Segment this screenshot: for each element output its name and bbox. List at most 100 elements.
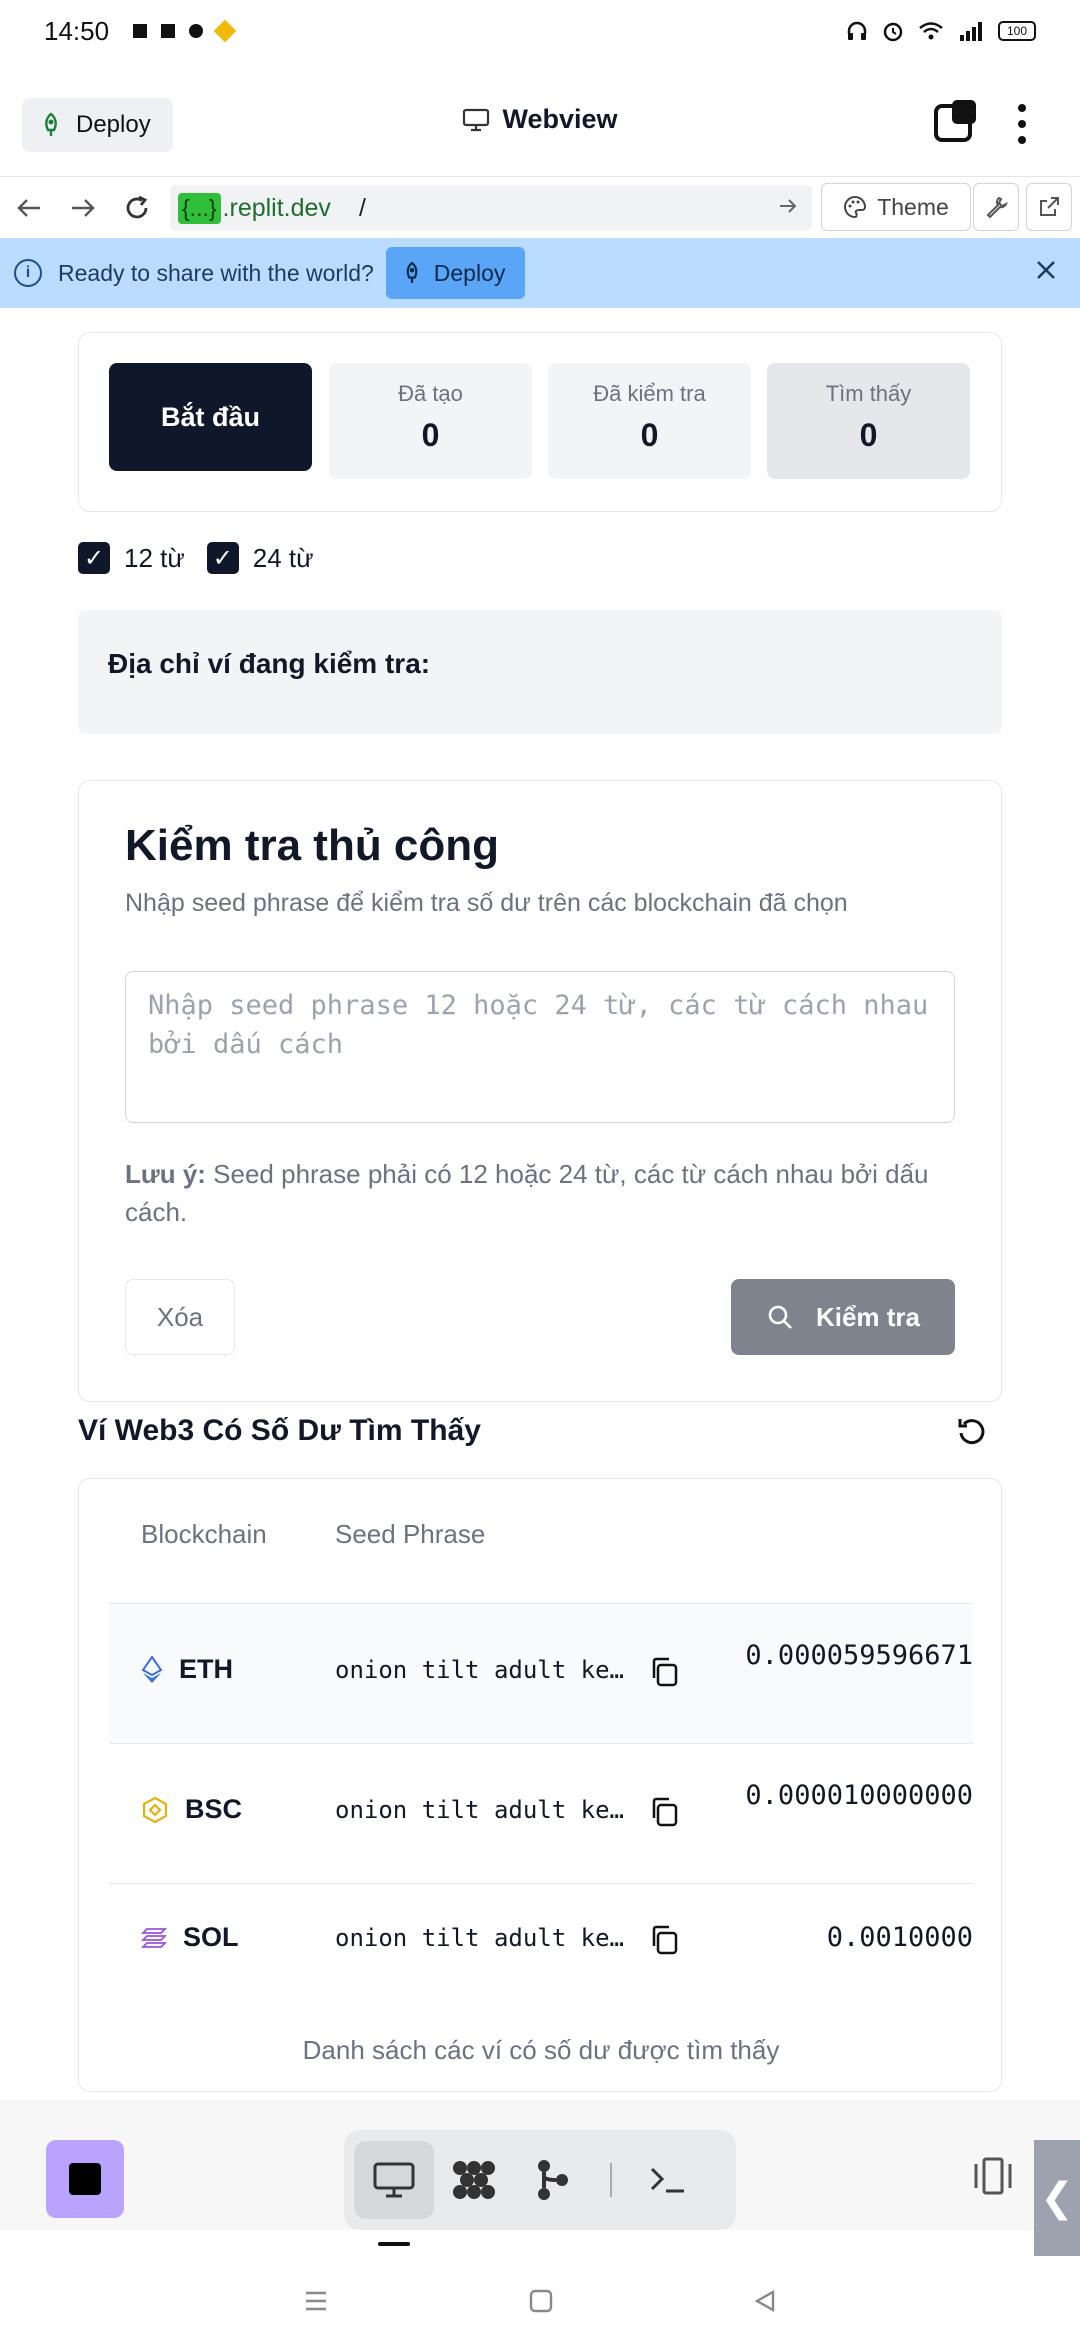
- git-tab-icon[interactable]: [514, 2141, 594, 2219]
- go-arrow-icon[interactable]: [778, 195, 798, 221]
- more-menu-icon[interactable]: [1010, 100, 1034, 148]
- seed-note-bold: Lưu ý:: [125, 1159, 206, 1189]
- checkbox-12-words[interactable]: ✓: [78, 542, 110, 574]
- deploy-banner: i Ready to share with the world? Deploy: [0, 238, 1080, 308]
- status-bar: 14:50 100: [0, 0, 1080, 62]
- page-title: Webview: [0, 104, 1080, 135]
- banner-deploy-label: Deploy: [433, 259, 506, 286]
- copy-icon[interactable]: [649, 1924, 679, 1956]
- seed-cell: onion tilt adult ke…: [335, 1656, 624, 1684]
- chain-name: ETH: [179, 1654, 233, 1684]
- active-tab-indicator: [378, 2242, 410, 2246]
- chain-cell: BSC: [141, 1794, 242, 1825]
- checked-value: 0: [640, 417, 659, 453]
- workspace-tab-icon[interactable]: [434, 2141, 514, 2219]
- checked-stat: Đã kiểm tra 0: [548, 363, 751, 479]
- found-wallets-table: Blockchain Seed Phrase ETH onion tilt ad…: [78, 1478, 1002, 2092]
- balance-cell: 0.000010000000: [745, 1780, 973, 1811]
- seed-phrase-input[interactable]: [125, 971, 955, 1123]
- manual-check-description: Nhập seed phrase để kiểm tra số dư trên …: [125, 889, 848, 917]
- app-header: Deploy Webview: [0, 90, 1080, 162]
- notification-icons: [133, 19, 237, 43]
- column-seed-phrase: Seed Phrase: [335, 1519, 486, 1549]
- table-row: SOL onion tilt adult ke… 0.0010000: [109, 1883, 973, 1993]
- checking-address-label: Địa chỉ ví đang kiểm tra:: [108, 648, 431, 679]
- back-nav-icon[interactable]: [753, 2289, 777, 2313]
- start-button[interactable]: Bắt đầu: [109, 363, 312, 471]
- seed-cell: onion tilt adult ke…: [335, 1796, 624, 1824]
- table-caption: Danh sách các ví có số dư được tìm thấy: [302, 2035, 780, 2065]
- app-notification-icon: [161, 24, 176, 38]
- clear-button[interactable]: Xóa: [125, 1279, 235, 1355]
- found-label: Tìm thấy: [825, 381, 912, 406]
- deploy-icon: [406, 261, 418, 283]
- checked-label: Đã kiểm tra: [593, 381, 706, 406]
- app-notification-icon: [133, 24, 148, 38]
- seed-cell: onion tilt adult ke…: [335, 1924, 624, 1952]
- option-12-words[interactable]: ✓ 12 từ: [78, 542, 185, 574]
- panel-toggle-icon[interactable]: [970, 2156, 1016, 2196]
- terminal-tab-icon[interactable]: [628, 2141, 708, 2219]
- chain-name: SOL: [183, 1922, 239, 1952]
- checkbox-24-words[interactable]: ✓: [206, 542, 239, 574]
- chain-cell: ETH: [141, 1654, 233, 1685]
- page-title-text: Webview: [502, 104, 618, 134]
- table-header: Blockchain Seed Phrase: [109, 1519, 973, 1583]
- wrench-icon[interactable]: [973, 183, 1019, 231]
- close-icon[interactable]: [1034, 256, 1058, 290]
- copy-icon[interactable]: [649, 1656, 679, 1688]
- found-stat: Tìm thấy 0: [767, 363, 970, 479]
- bsc-icon: [142, 1796, 168, 1823]
- search-icon: [768, 1305, 792, 1329]
- solana-icon: [141, 1927, 167, 1948]
- copy-icon[interactable]: [649, 1796, 679, 1828]
- open-external-icon[interactable]: [1026, 183, 1072, 231]
- signal-icon: [960, 22, 982, 41]
- ethereum-icon: [141, 1655, 163, 1683]
- home-icon[interactable]: [529, 2289, 553, 2313]
- chain-cell: SOL: [141, 1922, 239, 1953]
- stop-button[interactable]: [46, 2140, 124, 2218]
- found-wallets-title: Ví Web3 Có Số Dư Tìm Thấy: [78, 1414, 481, 1447]
- generated-stat: Đã tạo 0: [329, 363, 532, 479]
- recent-apps-icon[interactable]: [303, 2289, 329, 2313]
- status-time: 14:50: [44, 15, 110, 46]
- check-button[interactable]: Kiểm tra: [731, 1279, 955, 1355]
- theme-button[interactable]: Theme: [821, 183, 971, 231]
- word-count-options: ✓ 12 từ ✓ 24 từ: [78, 542, 314, 574]
- column-blockchain: Blockchain: [141, 1519, 267, 1549]
- palette-icon: [844, 195, 867, 219]
- tabs-icon[interactable]: [934, 100, 976, 142]
- stop-icon: [69, 2163, 101, 2195]
- url-path: /: [358, 193, 366, 222]
- found-value: 0: [859, 417, 878, 453]
- bottom-toolbar: ❮: [0, 2100, 1080, 2256]
- banner-message: Ready to share with the world?: [58, 259, 374, 286]
- battery-icon: 100: [998, 21, 1036, 41]
- url-domain: .replit.dev: [222, 193, 331, 222]
- seed-note-text: Seed phrase phải có 12 hoặc 24 từ, các t…: [125, 1159, 929, 1227]
- banner-deploy-button[interactable]: Deploy: [385, 247, 526, 299]
- back-icon[interactable]: [2, 181, 56, 235]
- forward-icon[interactable]: [56, 181, 110, 235]
- system-icons: 100: [846, 20, 1036, 42]
- checking-address-box: Địa chỉ ví đang kiểm tra:: [78, 610, 1002, 734]
- alarm-icon: [883, 22, 903, 42]
- table-row: BSC onion tilt adult ke… 0.000010000000: [109, 1743, 973, 1883]
- headphones-icon: [847, 21, 867, 40]
- view-switcher: [344, 2130, 736, 2230]
- reload-icon[interactable]: [110, 181, 164, 235]
- wifi-icon: [919, 22, 943, 40]
- manual-check-title: Kiểm tra thủ công: [125, 821, 500, 870]
- option-24-words[interactable]: ✓ 24 từ: [206, 542, 314, 574]
- url-input[interactable]: {...} .replit.dev /: [170, 185, 812, 231]
- refresh-icon[interactable]: [955, 1414, 989, 1448]
- manual-check-card: Kiểm tra thủ công Nhập seed phrase để ki…: [78, 780, 1002, 1402]
- info-icon: i: [14, 259, 42, 287]
- stats-card: Bắt đầu Đã tạo 0 Đã kiểm tra 0 Tìm thấy …: [78, 332, 1002, 512]
- url-domain-badge: {...}: [178, 192, 221, 224]
- seed-note: Lưu ý: Seed phrase phải có 12 hoặc 24 từ…: [125, 1155, 955, 1231]
- balance-cell: 0.000059596671: [745, 1640, 973, 1671]
- webview-tab-icon[interactable]: [354, 2141, 434, 2219]
- side-panel-handle[interactable]: ❮: [1034, 2140, 1080, 2256]
